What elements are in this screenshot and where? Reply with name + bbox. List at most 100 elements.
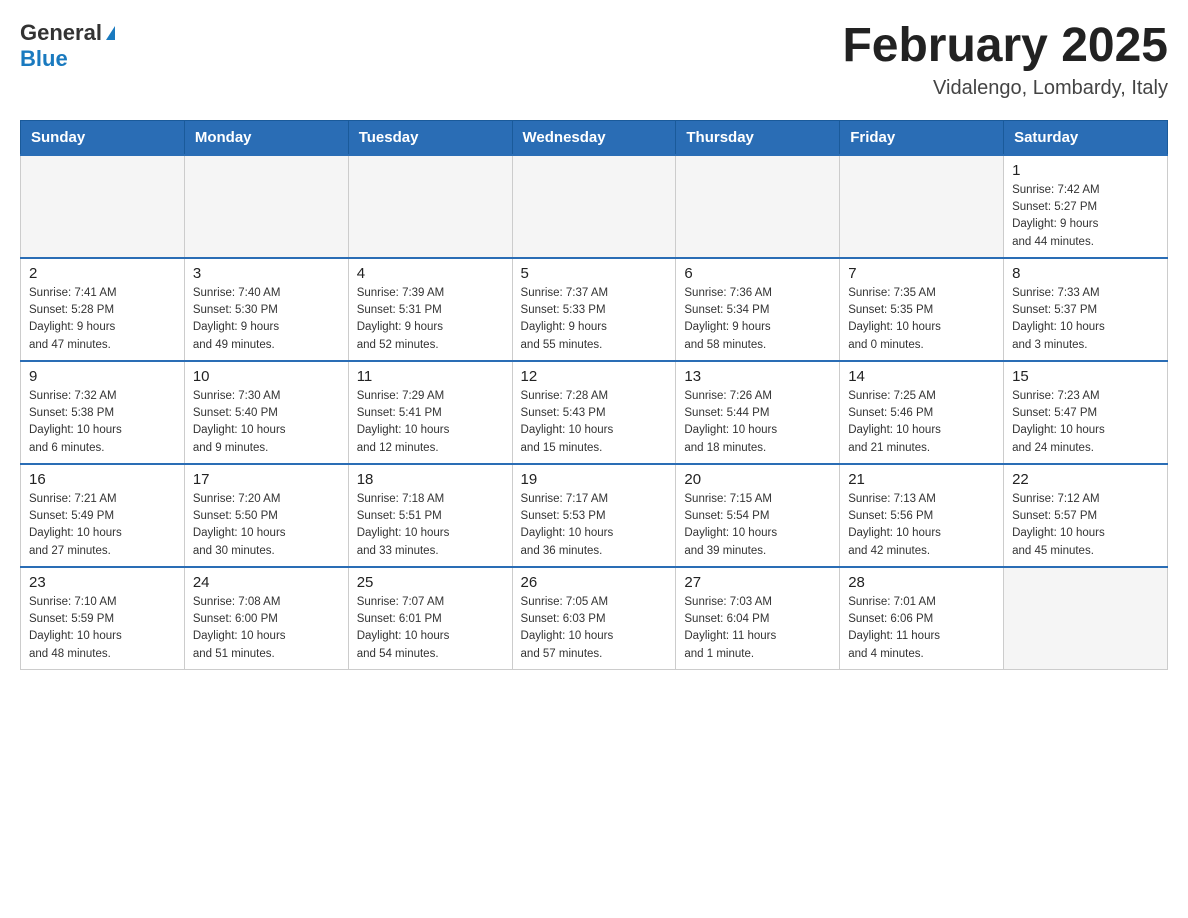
weekday-header-row: Sunday Monday Tuesday Wednesday Thursday… xyxy=(21,120,1168,155)
day-number: 12 xyxy=(521,368,668,385)
location-subtitle: Vidalengo, Lombardy, Italy xyxy=(842,77,1168,100)
day-info: Sunrise: 7:39 AM Sunset: 5:31 PM Dayligh… xyxy=(357,285,504,354)
day-number: 14 xyxy=(848,368,995,385)
day-info: Sunrise: 7:03 AM Sunset: 6:04 PM Dayligh… xyxy=(684,594,831,663)
day-info: Sunrise: 7:26 AM Sunset: 5:44 PM Dayligh… xyxy=(684,388,831,457)
logo-general: General xyxy=(20,20,102,46)
table-row: 26 Sunrise: 7:05 AM Sunset: 6:03 PM Dayli… xyxy=(512,567,676,670)
table-row: 21 Sunrise: 7:13 AM Sunset: 5:56 PM Dayli… xyxy=(840,464,1004,567)
day-number: 9 xyxy=(29,368,176,385)
week-row-0: 1 Sunrise: 7:42 AM Sunset: 5:27 PM Daylig… xyxy=(21,155,1168,258)
day-number: 2 xyxy=(29,265,176,282)
day-number: 10 xyxy=(193,368,340,385)
table-row: 8 Sunrise: 7:33 AM Sunset: 5:37 PM Daylig… xyxy=(1004,258,1168,361)
day-number: 16 xyxy=(29,471,176,488)
day-number: 26 xyxy=(521,574,668,591)
table-row xyxy=(348,155,512,258)
table-row: 10 Sunrise: 7:30 AM Sunset: 5:40 PM Dayli… xyxy=(184,361,348,464)
day-info: Sunrise: 7:30 AM Sunset: 5:40 PM Dayligh… xyxy=(193,388,340,457)
day-info: Sunrise: 7:15 AM Sunset: 5:54 PM Dayligh… xyxy=(684,491,831,560)
table-row: 24Sunrise: 7:08 AM Sunset: 6:00 PM Dayli… xyxy=(184,567,348,670)
table-row: 14 Sunrise: 7:25 AM Sunset: 5:46 PM Dayli… xyxy=(840,361,1004,464)
header-thursday: Thursday xyxy=(676,120,840,155)
logo: General Blue xyxy=(20,20,115,72)
day-info: Sunrise: 7:37 AM Sunset: 5:33 PM Dayligh… xyxy=(521,285,668,354)
day-number: 19 xyxy=(521,471,668,488)
table-row: 4 Sunrise: 7:39 AM Sunset: 5:31 PM Daylig… xyxy=(348,258,512,361)
table-row: 19 Sunrise: 7:17 AM Sunset: 5:53 PM Dayli… xyxy=(512,464,676,567)
header-saturday: Saturday xyxy=(1004,120,1168,155)
day-info: Sunrise: 7:28 AM Sunset: 5:43 PM Dayligh… xyxy=(521,388,668,457)
table-row: 2 Sunrise: 7:41 AM Sunset: 5:28 PM Daylig… xyxy=(21,258,185,361)
day-info: Sunrise: 7:07 AM Sunset: 6:01 PM Dayligh… xyxy=(357,594,504,663)
day-number: 22 xyxy=(1012,471,1159,488)
table-row xyxy=(21,155,185,258)
day-number: 15 xyxy=(1012,368,1159,385)
day-number: 3 xyxy=(193,265,340,282)
table-row: 25 Sunrise: 7:07 AM Sunset: 6:01 PM Dayli… xyxy=(348,567,512,670)
table-row xyxy=(512,155,676,258)
day-info: Sunrise: 7:17 AM Sunset: 5:53 PM Dayligh… xyxy=(521,491,668,560)
day-number: 27 xyxy=(684,574,831,591)
day-number: 13 xyxy=(684,368,831,385)
day-number: 23 xyxy=(29,574,176,591)
day-number: 7 xyxy=(848,265,995,282)
day-number: 28 xyxy=(848,574,995,591)
logo-blue: Blue xyxy=(20,46,68,71)
day-number: 20 xyxy=(684,471,831,488)
week-row-1: 2 Sunrise: 7:41 AM Sunset: 5:28 PM Daylig… xyxy=(21,258,1168,361)
day-info: Sunrise: 7:29 AM Sunset: 5:41 PM Dayligh… xyxy=(357,388,504,457)
day-info: Sunrise: 7:25 AM Sunset: 5:46 PM Dayligh… xyxy=(848,388,995,457)
table-row: 5Sunrise: 7:37 AM Sunset: 5:33 PM Daylig… xyxy=(512,258,676,361)
day-number: 4 xyxy=(357,265,504,282)
table-row: 16 Sunrise: 7:21 AM Sunset: 5:49 PM Dayli… xyxy=(21,464,185,567)
day-number: 1 xyxy=(1012,162,1159,179)
day-number: 8 xyxy=(1012,265,1159,282)
day-number: 21 xyxy=(848,471,995,488)
day-number: 18 xyxy=(357,471,504,488)
table-row xyxy=(184,155,348,258)
week-row-3: 16 Sunrise: 7:21 AM Sunset: 5:49 PM Dayli… xyxy=(21,464,1168,567)
table-row xyxy=(840,155,1004,258)
day-number: 6 xyxy=(684,265,831,282)
month-title: February 2025 xyxy=(842,20,1168,73)
day-info: Sunrise: 7:13 AM Sunset: 5:56 PM Dayligh… xyxy=(848,491,995,560)
day-info: Sunrise: 7:36 AM Sunset: 5:34 PM Dayligh… xyxy=(684,285,831,354)
day-info: Sunrise: 7:05 AM Sunset: 6:03 PM Dayligh… xyxy=(521,594,668,663)
header-wednesday: Wednesday xyxy=(512,120,676,155)
day-number: 24 xyxy=(193,574,340,591)
day-number: 17 xyxy=(193,471,340,488)
table-row: 13 Sunrise: 7:26 AM Sunset: 5:44 PM Dayli… xyxy=(676,361,840,464)
header-tuesday: Tuesday xyxy=(348,120,512,155)
week-row-4: 23 Sunrise: 7:10 AM Sunset: 5:59 PM Dayli… xyxy=(21,567,1168,670)
week-row-2: 9 Sunrise: 7:32 AM Sunset: 5:38 PM Daylig… xyxy=(21,361,1168,464)
table-row: 6 Sunrise: 7:36 AM Sunset: 5:34 PM Daylig… xyxy=(676,258,840,361)
table-row: 28 Sunrise: 7:01 AM Sunset: 6:06 PM Dayli… xyxy=(840,567,1004,670)
header-friday: Friday xyxy=(840,120,1004,155)
header-monday: Monday xyxy=(184,120,348,155)
day-number: 25 xyxy=(357,574,504,591)
table-row: 20 Sunrise: 7:15 AM Sunset: 5:54 PM Dayli… xyxy=(676,464,840,567)
header-sunday: Sunday xyxy=(21,120,185,155)
table-row: 12 Sunrise: 7:28 AM Sunset: 5:43 PM Dayli… xyxy=(512,361,676,464)
table-row: 11Sunrise: 7:29 AM Sunset: 5:41 PM Dayli… xyxy=(348,361,512,464)
day-info: Sunrise: 7:01 AM Sunset: 6:06 PM Dayligh… xyxy=(848,594,995,663)
day-info: Sunrise: 7:21 AM Sunset: 5:49 PM Dayligh… xyxy=(29,491,176,560)
day-info: Sunrise: 7:32 AM Sunset: 5:38 PM Dayligh… xyxy=(29,388,176,457)
table-row: 9 Sunrise: 7:32 AM Sunset: 5:38 PM Daylig… xyxy=(21,361,185,464)
table-row: 27 Sunrise: 7:03 AM Sunset: 6:04 PM Dayli… xyxy=(676,567,840,670)
day-info: Sunrise: 7:23 AM Sunset: 5:47 PM Dayligh… xyxy=(1012,388,1159,457)
day-info: Sunrise: 7:12 AM Sunset: 5:57 PM Dayligh… xyxy=(1012,491,1159,560)
day-info: Sunrise: 7:10 AM Sunset: 5:59 PM Dayligh… xyxy=(29,594,176,663)
day-info: Sunrise: 7:35 AM Sunset: 5:35 PM Dayligh… xyxy=(848,285,995,354)
table-row: 22 Sunrise: 7:12 AM Sunset: 5:57 PM Dayli… xyxy=(1004,464,1168,567)
day-info: Sunrise: 7:33 AM Sunset: 5:37 PM Dayligh… xyxy=(1012,285,1159,354)
table-row: 23 Sunrise: 7:10 AM Sunset: 5:59 PM Dayli… xyxy=(21,567,185,670)
table-row: 3Sunrise: 7:40 AM Sunset: 5:30 PM Daylig… xyxy=(184,258,348,361)
table-row: 7 Sunrise: 7:35 AM Sunset: 5:35 PM Daylig… xyxy=(840,258,1004,361)
table-row xyxy=(676,155,840,258)
day-info: Sunrise: 7:41 AM Sunset: 5:28 PM Dayligh… xyxy=(29,285,176,354)
day-info: Sunrise: 7:42 AM Sunset: 5:27 PM Dayligh… xyxy=(1012,182,1159,251)
table-row xyxy=(1004,567,1168,670)
day-info: Sunrise: 7:18 AM Sunset: 5:51 PM Dayligh… xyxy=(357,491,504,560)
